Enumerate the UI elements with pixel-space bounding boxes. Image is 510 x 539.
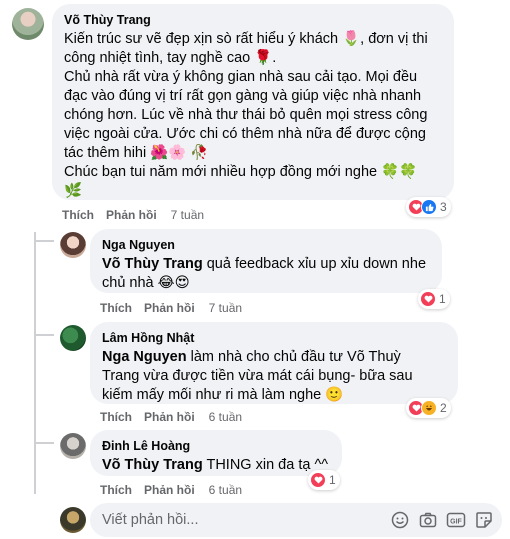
comment-actions: Thích Phản hồi 6 tuần [100, 410, 242, 424]
camera-icon[interactable] [418, 510, 438, 530]
sticker-icon[interactable] [474, 510, 494, 530]
comment-line: công nhiệt tình, tay nghề cao 🌹. [64, 50, 277, 66]
svg-text:GIF: GIF [450, 519, 462, 526]
avatar[interactable] [60, 232, 86, 258]
comment-author[interactable]: Võ Thùy Trang [64, 12, 442, 28]
avatar[interactable] [60, 433, 86, 459]
reaction-count: 1 [329, 473, 336, 487]
comment-line: chủ nhà 😂😍 [102, 275, 190, 291]
comment-text: Võ Thùy Trang THING xin đa tạ ^^ [102, 456, 330, 475]
reply-button[interactable]: Phản hồi [106, 208, 157, 222]
like-button[interactable]: Thích [100, 410, 132, 424]
comment-bubble: Lâm Hồng Nhật Nga Nguyen làm nhà cho chủ… [90, 322, 458, 404]
love-reaction-icon [310, 472, 326, 488]
current-user-avatar[interactable] [60, 507, 86, 533]
like-reaction-icon [421, 199, 437, 215]
comment-line: 🌿 [64, 183, 83, 199]
reaction-count: 3 [440, 200, 447, 214]
reaction-count: 2 [440, 401, 447, 415]
comment-line: Trang vừa được tiền vừa mát cái bụng- bữ… [102, 368, 413, 384]
comment-author[interactable]: Nga Nguyen [102, 237, 430, 253]
comment-text: Kiến trúc sư vẽ đẹp xịn sò rất hiểu ý kh… [64, 30, 442, 201]
comment-bubble: Võ Thùy Trang Kiến trúc sư vẽ đẹp xịn sò… [52, 4, 454, 200]
love-reaction-icon [420, 291, 436, 307]
mention-link[interactable]: Nga Nguyen [102, 349, 187, 365]
comment-line: THING xin đa tạ ^^ [202, 457, 329, 473]
reply-input[interactable]: Viết phản hồi... [102, 512, 390, 528]
reply-composer[interactable]: Viết phản hồi... GIF [90, 503, 502, 537]
reply-button[interactable]: Phản hồi [144, 410, 195, 424]
like-button[interactable]: Thích [62, 208, 94, 222]
comment-actions: Thích Phản hồi 6 tuần [100, 483, 242, 497]
comment-line: làm nhà cho chủ đầu tư Võ Thuỳ [186, 349, 401, 365]
comment-bubble: Nga Nguyen Võ Thùy Trang quả feedback xỉ… [90, 229, 442, 293]
comment-line: Chúc bạn tui năm mới nhiều hợp đồng mới … [64, 164, 418, 180]
comment-line: tác thêm hihi 🌺🌸 🥀 [64, 145, 209, 161]
thread-branch [34, 240, 54, 242]
comment-bubble: Đinh Lê Hoàng Võ Thùy Trang THING xin đa… [90, 430, 342, 476]
reply-button[interactable]: Phản hồi [144, 301, 195, 315]
comment-line: chóng hơn. Lúc về nhà thư thái bỏ quên m… [64, 107, 428, 123]
comment-actions: Thích Phản hồi 7 tuần [100, 301, 242, 315]
thread-line [34, 232, 36, 494]
haha-reaction-icon [421, 400, 437, 416]
reaction-count: 1 [439, 292, 446, 306]
comment-line: Kiến trúc sư vẽ đẹp xịn sò rất hiểu ý kh… [64, 31, 428, 47]
comment-time[interactable]: 7 tuần [209, 301, 242, 315]
comment-actions: Thích Phản hồi 7 tuần [62, 208, 204, 222]
reaction-summary[interactable]: 3 [406, 197, 451, 217]
comment-line: quả feedback xỉu up xỉu down nhe [202, 256, 427, 272]
reaction-summary[interactable]: 2 [406, 398, 451, 418]
avatar[interactable] [12, 8, 44, 40]
comment-line: việc ngoài cửa. Ước chi có thêm nhà nữa … [64, 126, 426, 142]
comment-line: kiếm mấy mối như ri mà làm nghe 🙂 [102, 387, 344, 403]
comment-author[interactable]: Lâm Hồng Nhật [102, 330, 446, 346]
comment-line: Chủ nhà rất vừa ý không gian nhà sau cải… [64, 69, 418, 85]
like-button[interactable]: Thích [100, 301, 132, 315]
thread-branch [34, 442, 54, 444]
thread-branch [34, 334, 54, 336]
reaction-summary[interactable]: 1 [418, 289, 450, 309]
comment-line: đạc vào đúng vị trí rất gọn gàng và giúp… [64, 88, 422, 104]
avatar[interactable] [60, 325, 86, 351]
like-button[interactable]: Thích [100, 483, 132, 497]
comment-text: Nga Nguyen làm nhà cho chủ đầu tư Võ Thu… [102, 348, 446, 405]
comment-time[interactable]: 7 tuần [171, 208, 204, 222]
reply-button[interactable]: Phản hồi [144, 483, 195, 497]
comment-time[interactable]: 6 tuần [209, 410, 242, 424]
mention-link[interactable]: Võ Thùy Trang [102, 256, 203, 272]
comment-time[interactable]: 6 tuần [209, 483, 242, 497]
reaction-summary[interactable]: 1 [308, 470, 340, 490]
comment-author[interactable]: Đinh Lê Hoàng [102, 438, 330, 454]
comment-text: Võ Thùy Trang quả feedback xỉu up xỉu do… [102, 255, 430, 293]
mention-link[interactable]: Võ Thùy Trang [102, 457, 203, 473]
gif-icon[interactable]: GIF [446, 510, 466, 530]
emoji-icon[interactable] [390, 510, 410, 530]
